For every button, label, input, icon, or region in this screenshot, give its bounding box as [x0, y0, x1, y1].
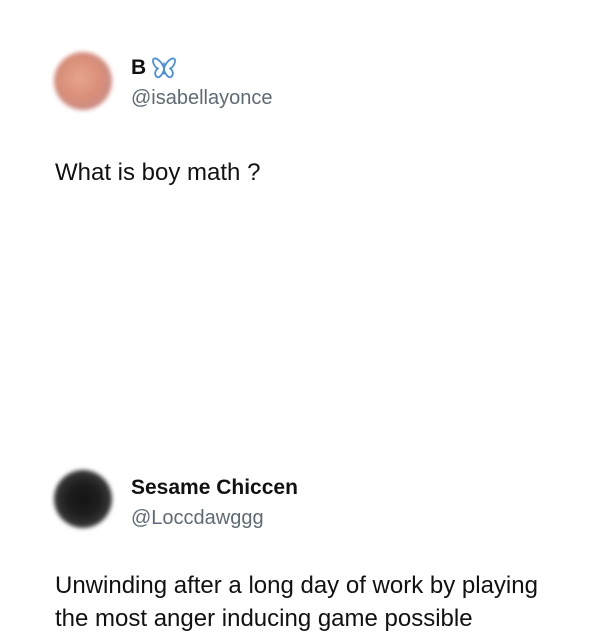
post-reply: Sesame Chiccen @Loccdawggg Unwinding aft…: [0, 230, 599, 632]
author-name-row: Sesame Chiccen: [131, 476, 298, 500]
author-handle[interactable]: @isabellayonce: [131, 86, 273, 110]
butterfly-icon: [152, 57, 177, 79]
author-handle[interactable]: @Loccdawggg: [131, 506, 264, 530]
author-name-row: B: [131, 56, 177, 80]
post-text: Unwinding after a long day of work by pl…: [55, 569, 595, 635]
post-text-line: Unwinding after a long day of work by pl…: [55, 572, 538, 599]
avatar[interactable]: [54, 470, 112, 528]
post-text-line: What is boy math ?: [55, 159, 261, 186]
author-display-name[interactable]: B: [131, 56, 146, 80]
post-text-line: the most anger inducing game possible: [55, 605, 473, 632]
post-question: B @isabellayonce What is boy math ?: [0, 0, 599, 230]
avatar[interactable]: [54, 52, 112, 110]
post-text: What is boy math ?: [55, 156, 260, 189]
author-display-name[interactable]: Sesame Chiccen: [131, 476, 298, 500]
